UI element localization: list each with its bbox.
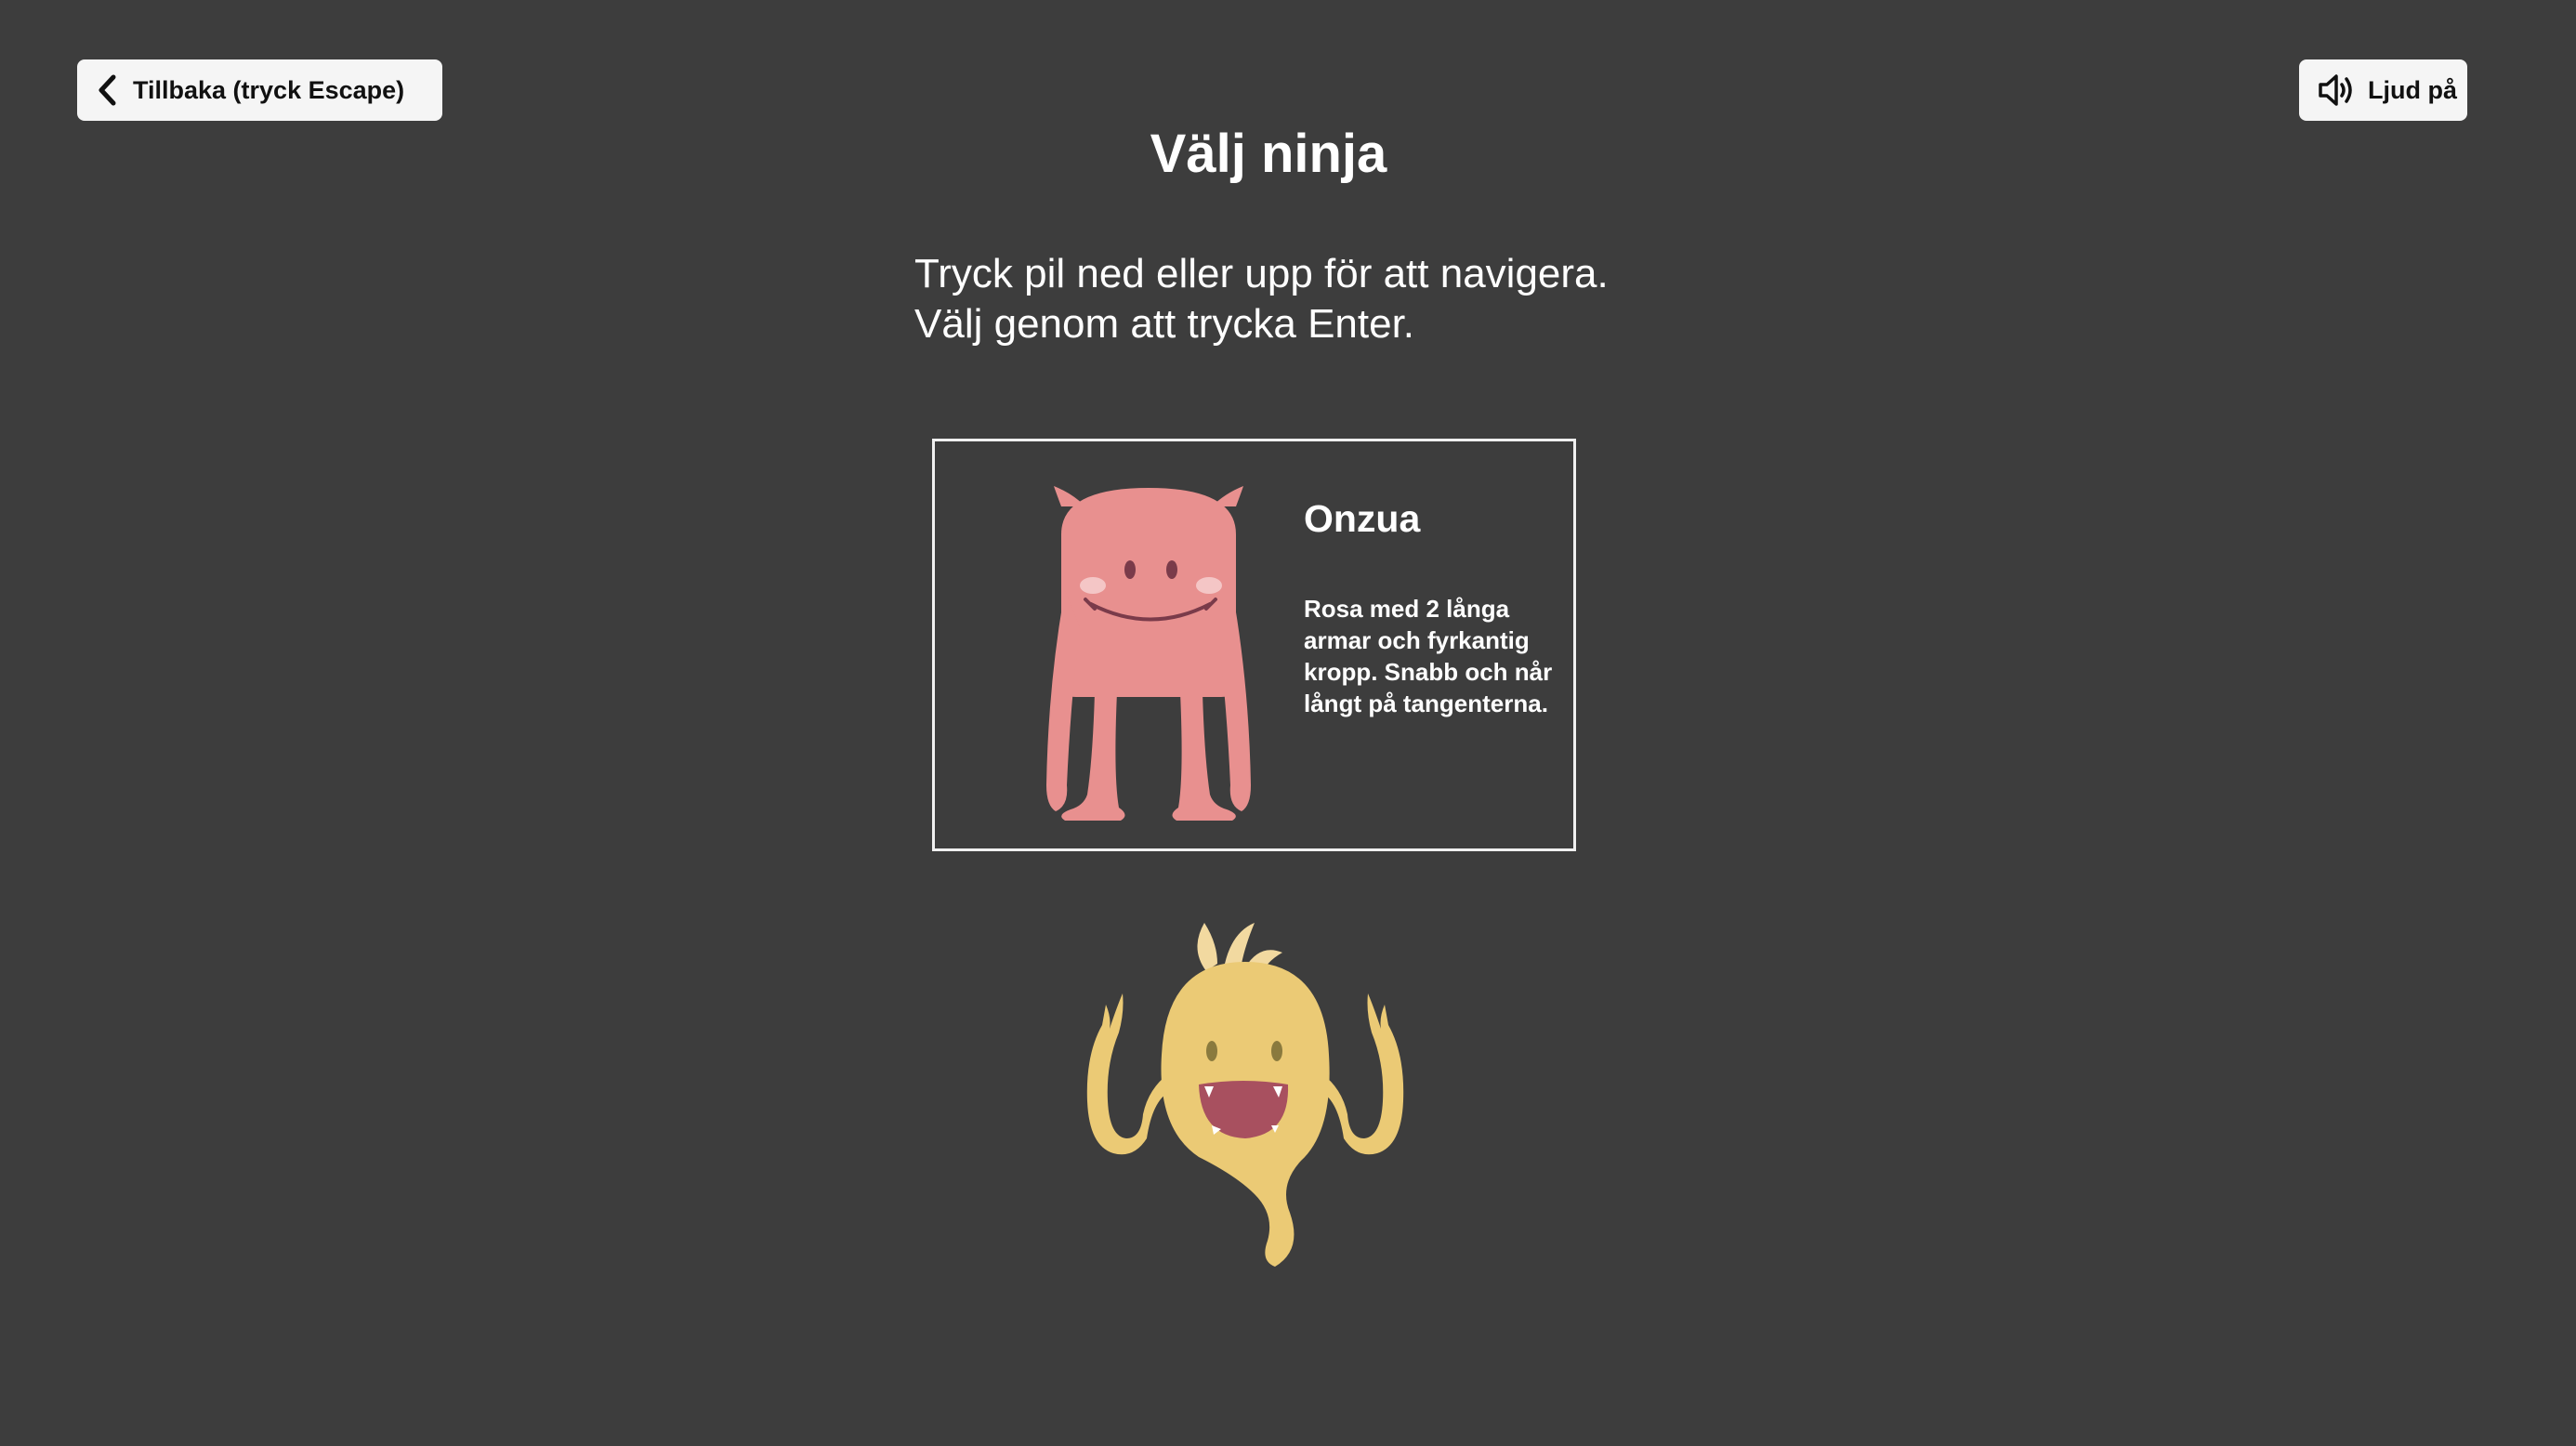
back-button-label: Tillbaka (tryck Escape) (133, 75, 405, 104)
pink-monster-illustration (1046, 486, 1251, 821)
instructions-line-1: Tryck pil ned eller upp för att navigera… (914, 251, 1609, 296)
ninja-select-screen: Tillbaka (tryck Escape) Ljud på Välj nin… (0, 0, 2576, 1446)
ninja-name: Onzua (1304, 497, 1421, 540)
sound-toggle-button[interactable]: Ljud på (2299, 59, 2467, 121)
speaker-on-icon (2318, 72, 2355, 108)
instructions: Tryck pil ned eller upp för att navigera… (914, 249, 1609, 349)
sound-button-label: Ljud på (2368, 75, 2457, 104)
yellow-monster-option[interactable] (1069, 915, 1422, 1269)
instructions-line-2: Välj genom att trycka Enter. (914, 301, 1415, 347)
ninja-description: Rosa med 2 långa armar och fyrkantig kro… (1304, 595, 1553, 717)
chevron-left-icon (96, 74, 120, 106)
ninja-option-selected[interactable]: Onzua Rosa med 2 långa armar och fyrkant… (932, 439, 1576, 851)
page-title: Välj ninja (1150, 124, 1387, 184)
back-button[interactable]: Tillbaka (tryck Escape) (77, 59, 442, 121)
